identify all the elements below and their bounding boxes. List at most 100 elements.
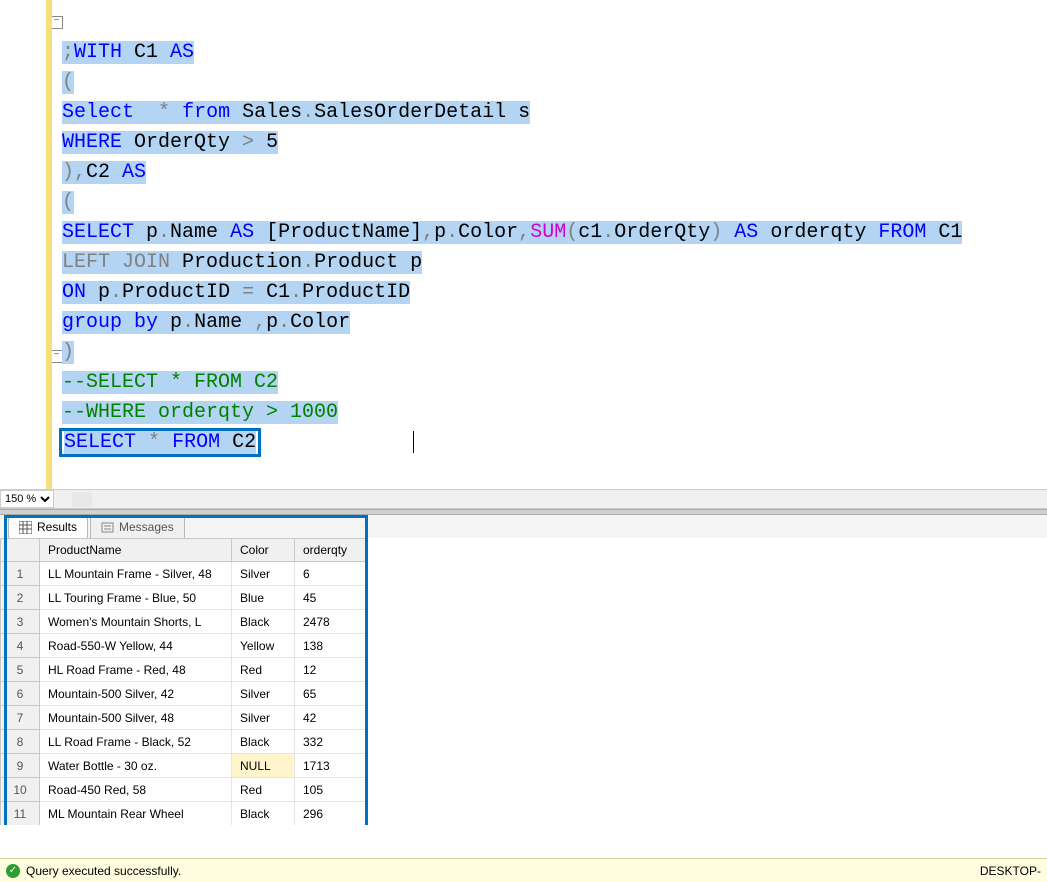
table-row[interactable]: 11ML Mountain Rear WheelBlack296 <box>1 802 368 826</box>
messages-icon <box>101 521 114 534</box>
tok: [ProductName] <box>254 221 422 244</box>
cell-orderqty[interactable]: 332 <box>295 730 368 754</box>
cell-orderqty[interactable]: 296 <box>295 802 368 826</box>
table-row[interactable]: 9Water Bottle - 30 oz.NULL1713 <box>1 754 368 778</box>
tok-keyword: AS <box>230 221 254 244</box>
row-number: 5 <box>1 658 40 682</box>
cell-orderqty[interactable]: 6 <box>295 562 368 586</box>
tok: 5 <box>254 131 278 154</box>
tok: c1 <box>578 221 602 244</box>
tab-results[interactable]: Results <box>8 515 88 538</box>
tok: * <box>148 431 160 454</box>
table-row[interactable]: 2LL Touring Frame - Blue, 50Blue45 <box>1 586 368 610</box>
cell-productname[interactable]: Road-550-W Yellow, 44 <box>40 634 232 658</box>
tok-keyword: JOIN <box>122 251 170 274</box>
tok: Name <box>194 311 254 334</box>
code-content[interactable]: ;WITH C1 AS ( Select * from Sales.SalesO… <box>62 8 962 488</box>
tok <box>170 101 182 124</box>
table-row[interactable]: 8LL Road Frame - Black, 52Black332 <box>1 730 368 754</box>
table-row[interactable]: 4Road-550-W Yellow, 44Yellow138 <box>1 634 368 658</box>
cell-color[interactable]: Silver <box>232 706 295 730</box>
tok-keyword: WITH <box>74 41 122 64</box>
cell-productname[interactable]: LL Road Frame - Black, 52 <box>40 730 232 754</box>
tok-keyword: FROM <box>172 431 220 454</box>
row-number: 10 <box>1 778 40 802</box>
table-row[interactable]: 6Mountain-500 Silver, 42Silver65 <box>1 682 368 706</box>
cell-color[interactable]: Black <box>232 610 295 634</box>
cell-color[interactable]: Yellow <box>232 634 295 658</box>
cell-orderqty[interactable]: 105 <box>295 778 368 802</box>
tok: ) <box>710 221 722 244</box>
cell-orderqty[interactable]: 2478 <box>295 610 368 634</box>
tok: p <box>434 221 446 244</box>
cell-orderqty[interactable]: 45 <box>295 586 368 610</box>
cell-color[interactable]: Silver <box>232 682 295 706</box>
table-row[interactable]: 1LL Mountain Frame - Silver, 48Silver6 <box>1 562 368 586</box>
tok <box>160 431 172 454</box>
table-row[interactable]: 5HL Road Frame - Red, 48Red12 <box>1 658 368 682</box>
cell-orderqty[interactable]: 1713 <box>295 754 368 778</box>
tok: . <box>302 101 314 124</box>
status-bar: ✓ Query executed successfully. DESKTOP- <box>0 858 1047 882</box>
tok: > <box>242 131 254 154</box>
cell-productname[interactable]: Women's Mountain Shorts, L <box>40 610 232 634</box>
cell-orderqty[interactable]: 12 <box>295 658 368 682</box>
tok: OrderQty <box>122 131 242 154</box>
tok: p <box>266 311 278 334</box>
cell-productname[interactable]: LL Mountain Frame - Silver, 48 <box>40 562 232 586</box>
cell-orderqty[interactable]: 65 <box>295 682 368 706</box>
cell-color[interactable]: Black <box>232 730 295 754</box>
change-indicator <box>46 0 52 508</box>
col-header-rownum[interactable] <box>1 539 40 562</box>
col-header-color[interactable]: Color <box>232 539 295 562</box>
tok: ProductID <box>122 281 242 304</box>
tab-messages[interactable]: Messages <box>90 515 185 538</box>
table-row[interactable]: 3Women's Mountain Shorts, LBlack2478 <box>1 610 368 634</box>
cell-color[interactable]: NULL <box>232 754 295 778</box>
hscroll-stub[interactable] <box>72 492 92 507</box>
tok: ProductID <box>302 281 410 304</box>
tok-keyword: group <box>62 311 122 334</box>
tok: Color <box>290 311 350 334</box>
table-row[interactable]: 10Road-450 Red, 58Red105 <box>1 778 368 802</box>
results-tabs: Results Messages <box>0 515 1047 538</box>
tok <box>134 101 158 124</box>
cell-orderqty[interactable]: 42 <box>295 706 368 730</box>
tok: = <box>242 281 254 304</box>
tok: ( <box>566 221 578 244</box>
tok-keyword: from <box>182 101 230 124</box>
col-header-productname[interactable]: ProductName <box>40 539 232 562</box>
tok-keyword: by <box>134 311 158 334</box>
tok: C1 <box>926 221 962 244</box>
tok: ) <box>62 161 74 184</box>
table-row[interactable]: 7Mountain-500 Silver, 48Silver42 <box>1 706 368 730</box>
cell-color[interactable]: Blue <box>232 586 295 610</box>
row-number: 4 <box>1 634 40 658</box>
cell-productname[interactable]: Road-450 Red, 58 <box>40 778 232 802</box>
tok-keyword: AS <box>170 41 194 64</box>
cell-productname[interactable]: LL Touring Frame - Blue, 50 <box>40 586 232 610</box>
tok: . <box>446 221 458 244</box>
cell-orderqty[interactable]: 138 <box>295 634 368 658</box>
tok-comment: --SELECT * FROM C2 <box>62 371 278 394</box>
cell-color[interactable]: Red <box>232 778 295 802</box>
cell-productname[interactable]: Mountain-500 Silver, 42 <box>40 682 232 706</box>
cell-productname[interactable]: HL Road Frame - Red, 48 <box>40 658 232 682</box>
row-number: 8 <box>1 730 40 754</box>
code-editor[interactable]: − − ;WITH C1 AS ( Select * from Sales.Sa… <box>0 0 1047 509</box>
cell-productname[interactable]: ML Mountain Rear Wheel <box>40 802 232 826</box>
cell-productname[interactable]: Water Bottle - 30 oz. <box>40 754 232 778</box>
tok: ( <box>62 71 74 94</box>
tok-keyword: ON <box>62 281 86 304</box>
zoom-select[interactable]: 150 % <box>0 490 54 508</box>
results-grid[interactable]: ProductName Color orderqty 1LL Mountain … <box>0 538 368 825</box>
tok: C1 <box>254 281 290 304</box>
cell-color[interactable]: Black <box>232 802 295 826</box>
col-header-orderqty[interactable]: orderqty <box>295 539 368 562</box>
cell-color[interactable]: Red <box>232 658 295 682</box>
tab-label: Messages <box>119 520 174 534</box>
tok: , <box>254 311 266 334</box>
cell-productname[interactable]: Mountain-500 Silver, 48 <box>40 706 232 730</box>
tok-keyword: LEFT <box>62 251 110 274</box>
cell-color[interactable]: Silver <box>232 562 295 586</box>
